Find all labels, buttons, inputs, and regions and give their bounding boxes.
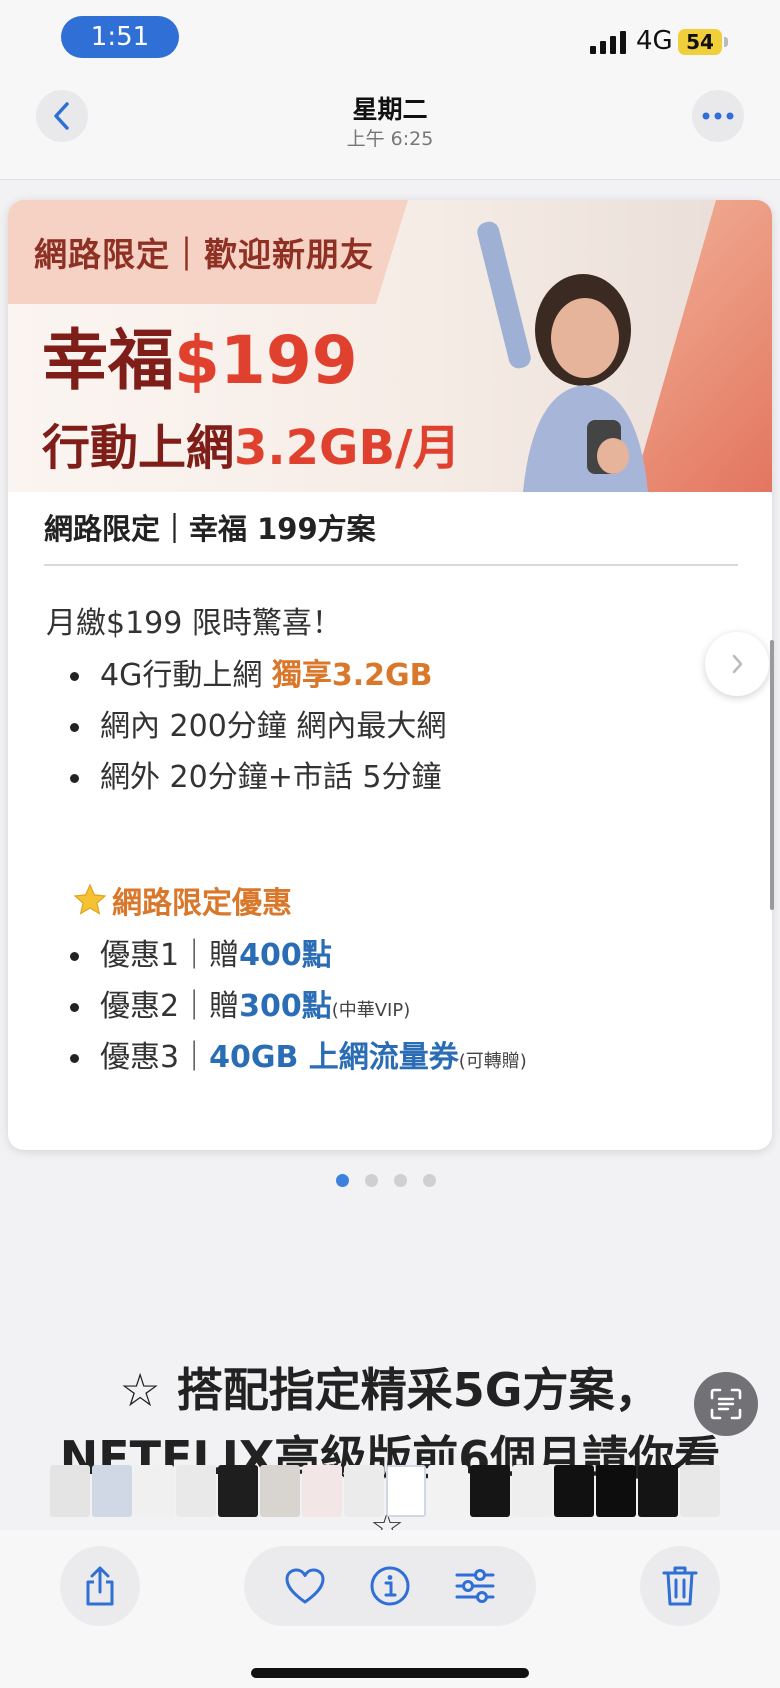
banner-tag: 網路限定｜歡迎新朋友 bbox=[34, 235, 374, 274]
photo-thumbnail[interactable] bbox=[512, 1465, 552, 1517]
promo-banner: 網路限定｜歡迎新朋友 幸福$199 行動上網3.2GB/月 bbox=[8, 200, 772, 492]
list-item: 4G行動上網 獨享3.2GB bbox=[70, 650, 446, 701]
carousel-next-button[interactable] bbox=[705, 632, 769, 696]
favorite-button[interactable] bbox=[283, 1564, 327, 1608]
photo-time-subtitle: 上午 6:25 bbox=[346, 128, 434, 150]
trash-icon bbox=[662, 1566, 698, 1606]
bottom-toolbar bbox=[0, 1530, 780, 1688]
list-item: 網外 20分鐘+市話 5分鐘 bbox=[70, 752, 446, 803]
status-bar: 1:51 4G 54 bbox=[0, 0, 780, 80]
plan-intro: 月繳$199 限時驚喜！ bbox=[46, 606, 342, 641]
scrollbar[interactable] bbox=[770, 640, 774, 910]
list-item: 優惠2｜贈300點(中華VIP) bbox=[70, 981, 527, 1032]
photo-thumbnail[interactable] bbox=[344, 1465, 384, 1517]
star-icon bbox=[73, 883, 107, 915]
divider bbox=[44, 564, 738, 566]
plan-card: 網路限定｜歡迎新朋友 幸福$199 行動上網3.2GB/月 網路限定｜幸福 19… bbox=[8, 200, 772, 1150]
photo-thumbnail[interactable] bbox=[428, 1465, 468, 1517]
battery-cap bbox=[724, 37, 728, 47]
banner-headline-prefix: 幸福 bbox=[42, 322, 174, 399]
photo-thumbnail[interactable] bbox=[638, 1465, 678, 1517]
adjust-button[interactable] bbox=[453, 1564, 497, 1608]
ellipsis-icon bbox=[702, 112, 734, 120]
woman-with-phone-image bbox=[477, 221, 648, 492]
photo-thumbnail[interactable] bbox=[92, 1465, 132, 1517]
list-item: 網內 200分鐘 網內最大網 bbox=[70, 701, 446, 752]
page-dot[interactable] bbox=[394, 1174, 407, 1187]
info-icon bbox=[370, 1566, 410, 1606]
share-icon bbox=[86, 1566, 114, 1606]
page-indicator bbox=[336, 1174, 436, 1187]
list-item: 優惠3｜40GB 上網流量券(可轉贈) bbox=[70, 1032, 527, 1083]
page-dot-active[interactable] bbox=[336, 1174, 349, 1187]
photo-thumbnail[interactable] bbox=[260, 1465, 300, 1517]
photo-actions-group bbox=[244, 1546, 536, 1626]
photo-thumbnail[interactable] bbox=[134, 1465, 174, 1517]
photo-thumbnail[interactable] bbox=[50, 1465, 90, 1517]
delete-button[interactable] bbox=[640, 1546, 720, 1626]
network-type: 4G bbox=[636, 26, 673, 56]
list-item: 優惠1｜贈400點 bbox=[70, 930, 527, 981]
promo-list: 優惠1｜贈400點 優惠2｜贈300點(中華VIP) 優惠3｜40GB 上網流量… bbox=[70, 930, 527, 1083]
banner-subline-data: 3.2GB/月 bbox=[234, 420, 461, 476]
plan-title: 網路限定｜幸福 199方案 bbox=[44, 512, 376, 546]
photo-thumbnail-current[interactable] bbox=[386, 1465, 426, 1517]
banner-headline: 幸福$199 bbox=[42, 328, 358, 394]
status-time: 1:51 bbox=[61, 16, 179, 58]
photo-thumbnail[interactable] bbox=[176, 1465, 216, 1517]
thumbnail-strip[interactable] bbox=[0, 1460, 780, 1522]
battery-icon: 54 bbox=[678, 29, 722, 55]
photo-thumbnail[interactable] bbox=[218, 1465, 258, 1517]
chevron-right-icon bbox=[732, 654, 743, 674]
nav-bar: 星期二 上午 6:25 bbox=[0, 80, 780, 180]
banner-subline: 行動上網3.2GB/月 bbox=[42, 424, 461, 472]
feature-highlight: 獨享3.2GB bbox=[271, 658, 433, 693]
photo-thumbnail[interactable] bbox=[596, 1465, 636, 1517]
share-button[interactable] bbox=[60, 1546, 140, 1626]
heart-icon bbox=[285, 1568, 325, 1604]
photo-date-title: 星期二 bbox=[352, 95, 428, 124]
battery-level: 54 bbox=[686, 30, 714, 54]
banner-subline-prefix: 行動上網 bbox=[42, 420, 235, 476]
text-scan-icon bbox=[710, 1388, 742, 1420]
photo-thumbnail[interactable] bbox=[470, 1465, 510, 1517]
promo-text-line1: ☆ 搭配指定精采5G方案， bbox=[119, 1363, 661, 1417]
sliders-icon bbox=[455, 1569, 495, 1603]
live-text-button[interactable] bbox=[694, 1372, 758, 1436]
page-dot[interactable] bbox=[423, 1174, 436, 1187]
cellular-signal-icon bbox=[590, 30, 626, 54]
photo-thumbnail[interactable] bbox=[302, 1465, 342, 1517]
banner-headline-price: $199 bbox=[174, 322, 358, 399]
promo-heading: 網路限定優惠 bbox=[72, 878, 292, 922]
photo-thumbnail[interactable] bbox=[680, 1465, 720, 1517]
more-button[interactable] bbox=[692, 90, 744, 142]
home-indicator[interactable] bbox=[251, 1668, 529, 1678]
info-button[interactable] bbox=[368, 1564, 412, 1608]
photo-thumbnail[interactable] bbox=[554, 1465, 594, 1517]
page-dot[interactable] bbox=[365, 1174, 378, 1187]
feature-list: 4G行動上網 獨享3.2GB 網內 200分鐘 網內最大網 網外 20分鐘+市話… bbox=[70, 650, 446, 803]
